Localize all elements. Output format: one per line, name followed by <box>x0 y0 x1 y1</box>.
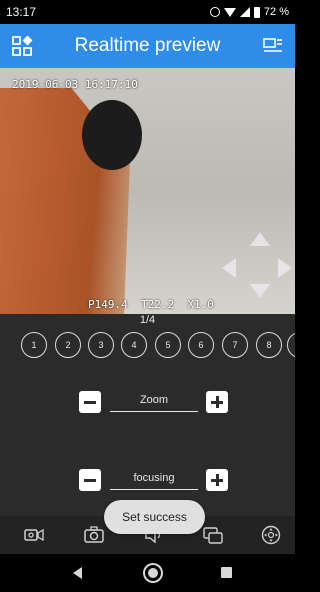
ptz-icon[interactable] <box>261 525 281 545</box>
focus-underline <box>110 489 198 490</box>
plus-icon-vertical <box>215 474 219 486</box>
wifi-icon <box>223 7 236 17</box>
pan-right-arrow-icon[interactable] <box>278 258 292 278</box>
pan-up-arrow-icon[interactable] <box>250 232 270 246</box>
status-icons: 72 % <box>209 6 289 18</box>
video-object <box>82 100 142 170</box>
system-nav-bar <box>0 554 295 592</box>
preset-button-partial[interactable] <box>287 332 295 358</box>
list-icon <box>263 38 282 52</box>
battery-level: 72 % <box>263 6 289 18</box>
back-icon[interactable] <box>73 567 82 579</box>
record-icon[interactable] <box>24 525 44 545</box>
focus-near-button[interactable] <box>79 469 101 491</box>
multi-window-icon[interactable] <box>203 525 223 545</box>
preset-button-3[interactable]: 3 <box>88 332 114 358</box>
plus-icon-vertical <box>215 396 219 408</box>
preset-button-8[interactable]: 8 <box>256 332 282 358</box>
focus-control: focusing <box>0 469 295 493</box>
grid-icon <box>12 35 33 56</box>
zoom-out-button[interactable] <box>79 391 101 413</box>
page-title: Realtime preview <box>74 35 221 56</box>
pan-down-arrow-icon[interactable] <box>250 284 270 298</box>
battery-icon <box>253 6 260 18</box>
toast-message: Set success <box>104 500 205 534</box>
preset-button-5[interactable]: 5 <box>155 332 181 358</box>
focus-label: focusing <box>133 472 175 484</box>
zoom-underline <box>110 411 198 412</box>
app-header: Realtime preview <box>0 24 295 68</box>
preset-button-7[interactable]: 7 <box>222 332 248 358</box>
minus-icon <box>84 478 96 482</box>
device-list-button[interactable] <box>251 24 295 68</box>
preset-page-indicator: 1/4 <box>139 314 156 326</box>
preset-button-2[interactable]: 2 <box>55 332 81 358</box>
ptz-control-panel: 1/4 1 2 3 4 5 6 7 8 Zoom focusing <box>0 314 295 516</box>
preset-list: 1 2 3 4 5 6 7 8 <box>0 332 295 360</box>
focus-far-button[interactable] <box>206 469 228 491</box>
camera-icon[interactable] <box>84 525 104 545</box>
pan-left-arrow-icon[interactable] <box>222 258 236 278</box>
preset-button-4[interactable]: 4 <box>121 332 147 358</box>
recent-apps-icon[interactable] <box>221 567 232 578</box>
minus-icon <box>84 400 96 404</box>
status-bar: 13:17 72 % <box>0 0 295 24</box>
zoom-in-button[interactable] <box>206 391 228 413</box>
video-preview[interactable]: 2019-06-03 16:17:10 P149.4 T22.2 X1.0 <box>0 68 295 314</box>
preset-button-6[interactable]: 6 <box>188 332 214 358</box>
osd-ptz-readout: P149.4 T22.2 X1.0 <box>88 298 214 311</box>
signal-icon <box>239 7 250 17</box>
zoom-label: Zoom <box>139 394 169 406</box>
preset-button-1[interactable]: 1 <box>21 332 47 358</box>
grid-button[interactable] <box>0 24 44 68</box>
zoom-control: Zoom <box>0 391 295 415</box>
home-icon[interactable] <box>145 565 161 581</box>
status-time: 13:17 <box>6 5 37 19</box>
alarm-icon <box>209 7 220 17</box>
osd-timestamp: 2019-06-03 16:17:10 <box>12 78 138 91</box>
